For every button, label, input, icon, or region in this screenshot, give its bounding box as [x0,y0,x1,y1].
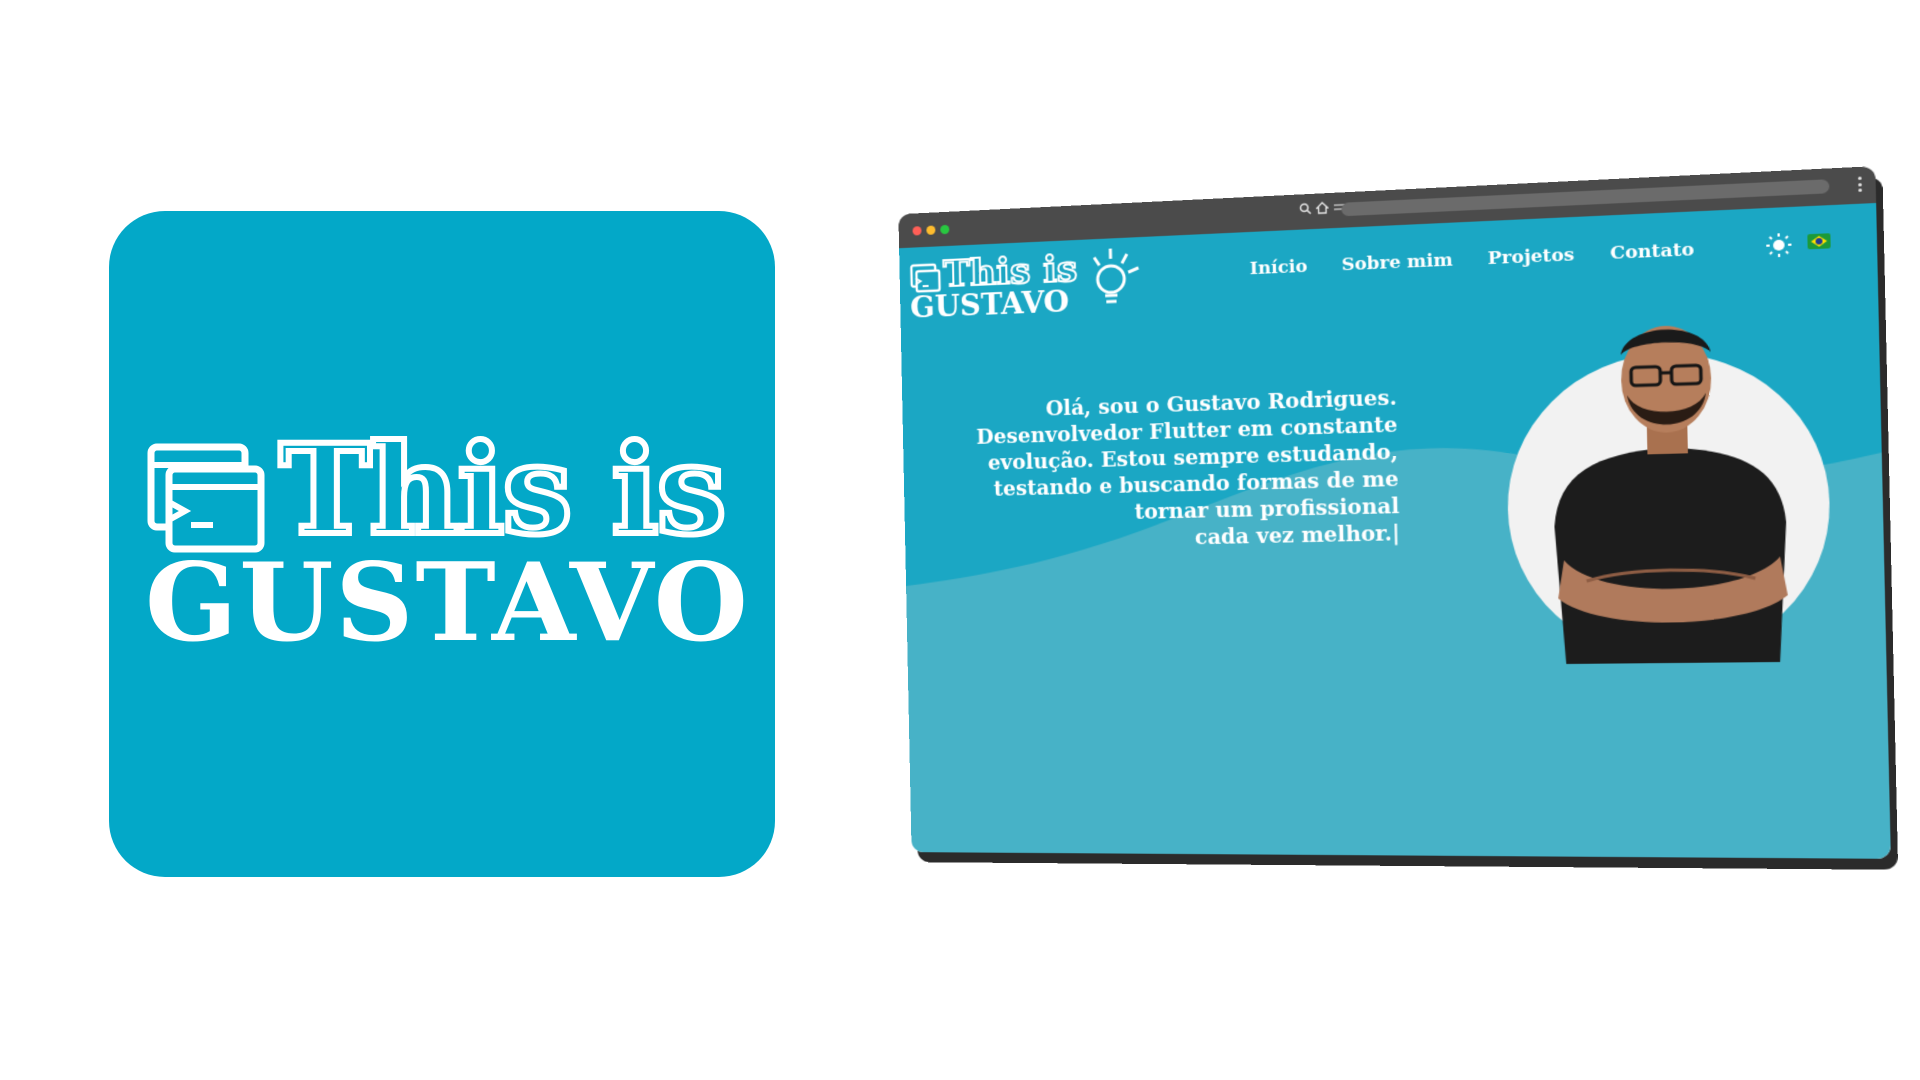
logo-gustavo: GUSTAVO [145,540,750,666]
minimize-window-dot[interactable] [926,225,936,235]
lightbulb-icon [1088,241,1143,315]
logo-row1: This is [147,418,729,563]
maximize-window-dot[interactable] [940,224,950,235]
menu-icon[interactable] [1858,176,1862,192]
browser-window: This is GUSTAVO Início Sobre mim Projeto… [898,166,1891,859]
profile-photo [1552,324,1790,665]
nav-inicio[interactable]: Início [1249,256,1307,279]
sun-icon[interactable] [1766,233,1792,258]
intro-text: Olá, sou o Gustavo Rodrigues. Desenvolve… [942,384,1400,555]
site-logo-gustavo: GUSTAVO [909,283,1070,325]
website-viewport: This is GUSTAVO Início Sobre mim Projeto… [899,202,1891,859]
search-icon[interactable] [1299,202,1312,215]
terminal-icon [147,443,265,553]
brazil-flag-icon[interactable] [1807,233,1831,250]
logo-card: This is GUSTAVO [109,211,775,877]
logo-this-is: This is [276,418,729,563]
home-icon[interactable] [1316,201,1329,214]
nav-projetos[interactable]: Projetos [1488,244,1575,269]
nav-contato[interactable]: Contato [1610,239,1695,264]
close-window-dot[interactable] [912,226,922,236]
